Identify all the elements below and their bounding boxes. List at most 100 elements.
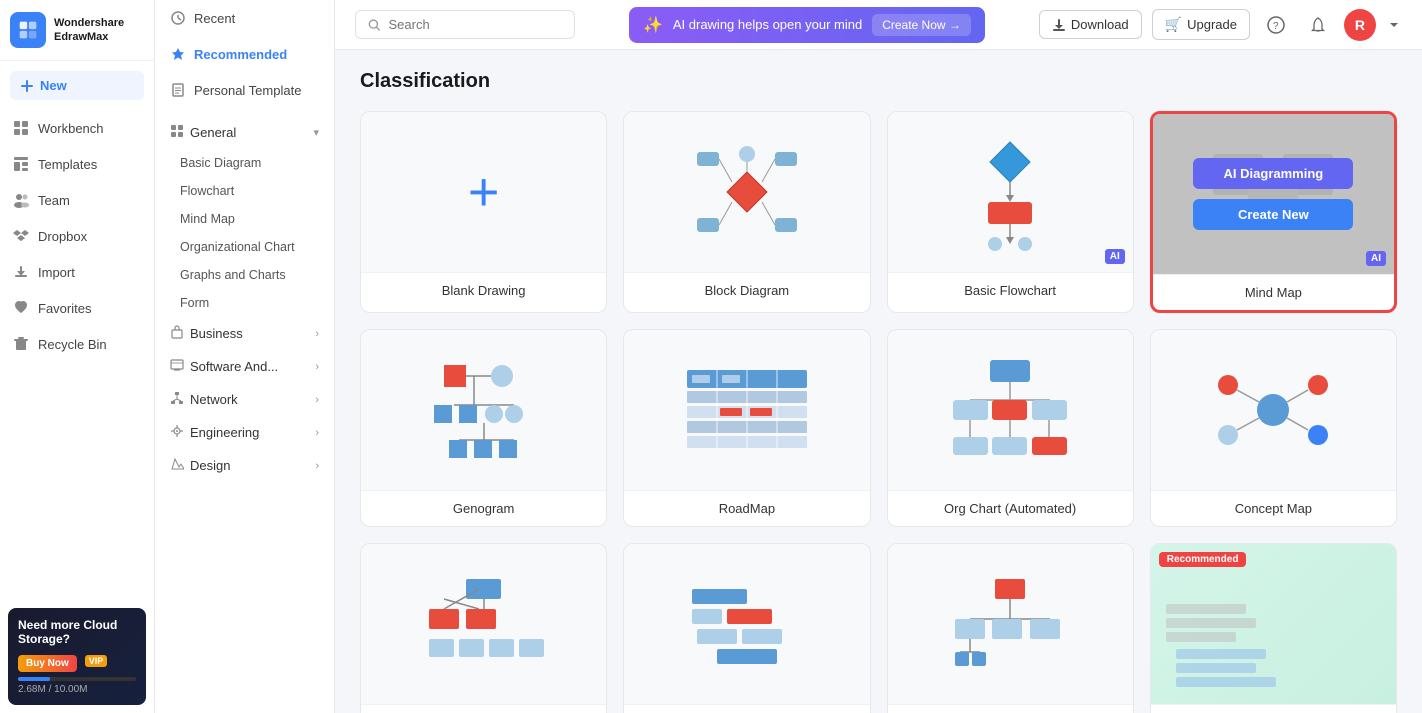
new-label: New (40, 78, 67, 93)
flowchart-card[interactable]: AI Basic Flowchart (887, 111, 1134, 313)
row3-preview1 (361, 544, 606, 704)
general-section: General ▾ Basic Diagram Flowchart Mind M… (155, 116, 334, 317)
design-chevron-icon: › (315, 460, 319, 472)
create-new-button[interactable]: Create New (1193, 199, 1353, 230)
design-section-toggle[interactable]: Design › (155, 449, 334, 482)
row3-label4 (1151, 704, 1396, 713)
row3-card3[interactable] (887, 543, 1134, 713)
plus-icon: + (468, 165, 500, 219)
recommended-badge: Recommended (1159, 552, 1247, 567)
heart-icon (12, 299, 30, 317)
search-box[interactable] (355, 10, 575, 39)
avatar[interactable]: R (1344, 9, 1376, 41)
clock-icon (170, 10, 186, 26)
recent-item[interactable]: Recent (155, 0, 334, 36)
dropdown-button[interactable] (1386, 9, 1402, 41)
orgchart-card[interactable]: Org Chart (Automated) (887, 329, 1134, 527)
sidebar-item-recycle-bin[interactable]: Recycle Bin (0, 326, 154, 362)
software-label: Software And... (190, 359, 278, 374)
genogram-card[interactable]: Genogram (360, 329, 607, 527)
row3-label1 (361, 704, 606, 713)
import-label: Import (38, 265, 75, 280)
section-title: Classification (360, 70, 1397, 93)
team-label: Team (38, 193, 70, 208)
row3-label3 (888, 704, 1133, 713)
conceptmap-card[interactable]: Concept Map (1150, 329, 1397, 527)
templates-label: Templates (38, 157, 97, 172)
sidebar-item-workbench[interactable]: Workbench (0, 110, 154, 146)
app-name: Wondershare EdrawMax (54, 16, 124, 45)
roadmap-label: RoadMap (624, 490, 869, 526)
block-diagram-label: Block Diagram (624, 272, 869, 308)
software-section-toggle[interactable]: Software And... › (155, 350, 334, 383)
software-chevron-icon: › (315, 361, 319, 373)
orgchart-svg (945, 355, 1075, 465)
network-section-toggle[interactable]: Network › (155, 383, 334, 416)
roadmap-card[interactable]: RoadMap (623, 329, 870, 527)
engineering-icon (170, 424, 184, 441)
buy-now-button[interactable]: Buy Now (18, 655, 77, 672)
mind-map-card[interactable]: AI Diagramming Create New AI Mind Map (1150, 111, 1397, 313)
basic-diagram-item[interactable]: Basic Diagram (155, 149, 334, 177)
general-chevron-icon: ▾ (313, 126, 319, 139)
sidebar-item-favorites[interactable]: Favorites (0, 290, 154, 326)
design-icon (170, 457, 184, 474)
org-chart-item[interactable]: Organizational Chart (155, 233, 334, 261)
upgrade-button[interactable]: 🛒 Upgrade (1152, 9, 1250, 40)
general-label: General (190, 125, 236, 140)
engineering-section-toggle[interactable]: Engineering › (155, 416, 334, 449)
main-content: ✨ AI drawing helps open your mind Create… (335, 0, 1422, 713)
network-chevron-icon: › (315, 394, 319, 406)
row3-card2[interactable] (623, 543, 870, 713)
ai-banner-text: AI drawing helps open your mind (673, 17, 862, 32)
storage-fill (18, 677, 50, 681)
new-button[interactable]: New (10, 71, 144, 100)
personal-template-item[interactable]: Personal Template (155, 72, 334, 108)
create-now-button[interactable]: Create Now → (872, 14, 971, 36)
ai-diagramming-button[interactable]: AI Diagramming (1193, 158, 1353, 189)
flowchart-item[interactable]: Flowchart (155, 177, 334, 205)
row3-preview3 (888, 544, 1133, 704)
topbar-right: Download 🛒 Upgrade ? R (1039, 9, 1402, 41)
software-icon (170, 358, 184, 375)
general-section-toggle[interactable]: General ▾ (155, 116, 334, 149)
cloud-storage-banner[interactable]: Need more Cloud Storage? Buy Now VIP 2.6… (8, 608, 146, 705)
sidebar: Wondershare EdrawMax New Workbench (0, 0, 155, 713)
mind-map-preview: AI Diagramming Create New AI (1153, 114, 1394, 274)
search-input[interactable] (389, 17, 562, 32)
download-button[interactable]: Download (1039, 10, 1142, 39)
block-diagram-preview (624, 112, 869, 272)
storage-title: Need more Cloud Storage? (18, 618, 136, 646)
orgchart-preview (888, 330, 1133, 490)
row3-card4[interactable]: Recommended (1150, 543, 1397, 713)
sidebar-item-templates[interactable]: Templates (0, 146, 154, 182)
design-label: Design (190, 458, 230, 473)
blank-drawing-card[interactable]: + Blank Drawing (360, 111, 607, 313)
row3-card1[interactable] (360, 543, 607, 713)
favorites-label: Favorites (38, 301, 91, 316)
ai-badge-flowchart: AI (1105, 249, 1125, 264)
mind-map-item[interactable]: Mind Map (155, 205, 334, 233)
row3-svg4 (1161, 584, 1301, 704)
sidebar-item-team[interactable]: Team (0, 182, 154, 218)
blank-drawing-preview: + (361, 112, 606, 272)
sidebar-item-import[interactable]: Import (0, 254, 154, 290)
genogram-label: Genogram (361, 490, 606, 526)
business-section-toggle[interactable]: Business › (155, 317, 334, 350)
recommended-item[interactable]: Recommended (155, 36, 334, 72)
general-icon (170, 124, 184, 141)
middle-panel: Recent Recommended Personal Template (155, 0, 335, 713)
flowchart-preview: AI (888, 112, 1133, 272)
network-icon (170, 391, 184, 408)
form-item[interactable]: Form (155, 289, 334, 317)
help-button[interactable]: ? (1260, 9, 1292, 41)
orgchart-label: Org Chart (Automated) (888, 490, 1133, 526)
chevron-down-icon (1389, 20, 1399, 30)
download-icon (1052, 18, 1066, 32)
conceptmap-svg (1208, 355, 1338, 465)
mind-map-label: Mind Map (1153, 274, 1394, 310)
sidebar-item-dropbox[interactable]: Dropbox (0, 218, 154, 254)
notification-button[interactable] (1302, 9, 1334, 41)
block-diagram-card[interactable]: Block Diagram (623, 111, 870, 313)
graphs-charts-item[interactable]: Graphs and Charts (155, 261, 334, 289)
